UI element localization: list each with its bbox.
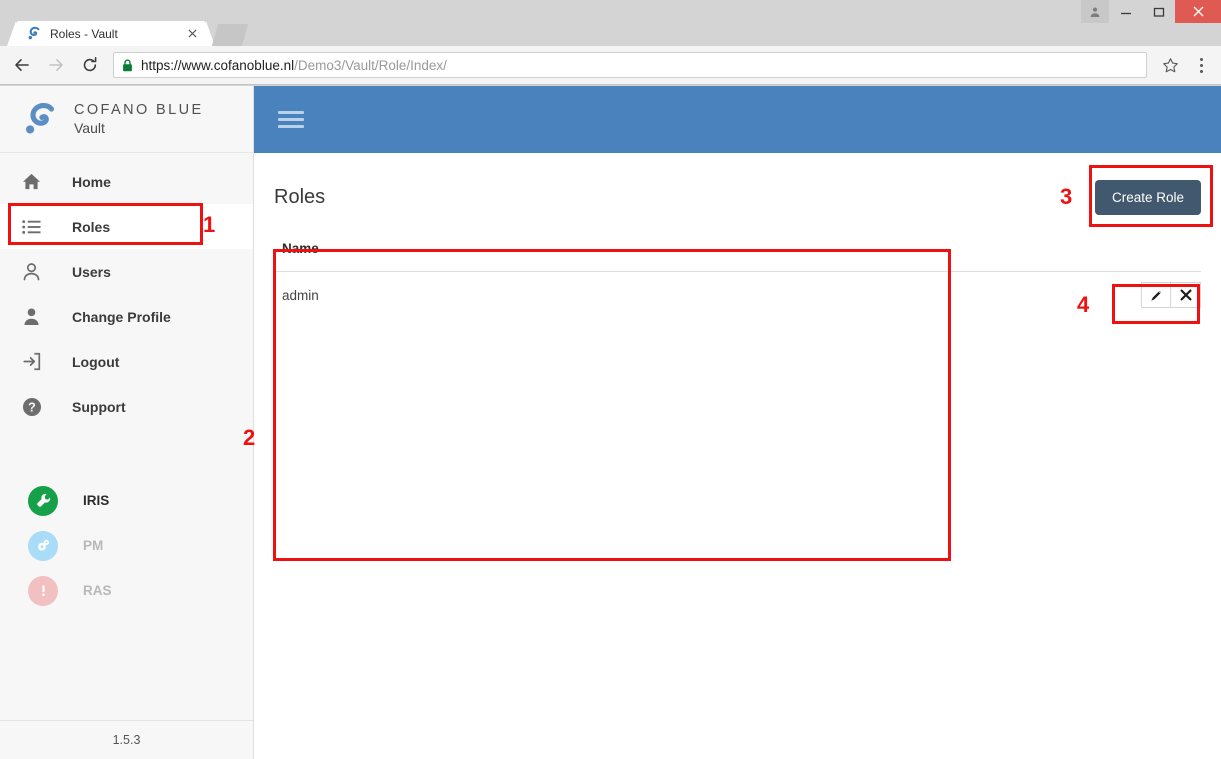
sidebar-item-users[interactable]: Users <box>0 249 253 294</box>
app-item-ras[interactable]: RAS <box>0 568 253 613</box>
page-header: Roles Create Role <box>274 153 1201 241</box>
user-account-icon[interactable] <box>1081 0 1109 23</box>
sidebar-item-label: Users <box>72 263 111 280</box>
sidebar-item-label: Change Profile <box>72 308 171 325</box>
url-path: /Demo3/Vault/Role/Index/ <box>294 57 447 73</box>
app-item-label: PM <box>83 538 104 553</box>
page-title: Roles <box>274 185 326 208</box>
sidebar-item-support[interactable]: ? Support <box>0 384 253 429</box>
column-header-name: Name <box>282 241 319 256</box>
cofano-favicon-icon <box>28 26 40 39</box>
sidebar-item-roles[interactable]: Roles <box>0 204 253 249</box>
window-controls <box>1081 0 1221 23</box>
new-tab-button[interactable] <box>211 24 249 46</box>
reload-button[interactable] <box>73 48 107 82</box>
logout-icon <box>22 352 48 371</box>
close-icon <box>1180 289 1191 301</box>
brand-name: COFANO BLUE <box>74 101 204 118</box>
sidebar-footer: 1.5.3 <box>0 720 253 759</box>
cell-name: admin <box>282 287 319 303</box>
sidebar-item-label: Logout <box>72 353 120 370</box>
roles-table: Name admin <box>274 241 1201 318</box>
browser-tab[interactable]: Roles - Vault <box>7 21 215 46</box>
profile-icon <box>22 307 48 326</box>
pencil-icon <box>1150 290 1161 301</box>
list-icon <box>22 219 48 235</box>
sidebar-item-home[interactable]: Home <box>0 159 253 204</box>
content-area: Roles Create Role Name admin <box>254 153 1221 318</box>
sidebar: COFANO BLUE Vault Home Roles Users Chang… <box>0 86 254 759</box>
version-label: 1.5.3 <box>112 733 141 747</box>
url-text: https://www.cofanoblue.nl/Demo3/Vault/Ro… <box>141 58 447 73</box>
app-item-label: RAS <box>83 583 112 598</box>
hamburger-menu-icon[interactable] <box>278 111 304 128</box>
edit-row-button[interactable] <box>1141 282 1171 308</box>
user-icon <box>22 262 48 281</box>
browser-menu-icon[interactable] <box>1187 50 1215 80</box>
browser-toolbar: https://www.cofanoblue.nl/Demo3/Vault/Ro… <box>0 46 1221 85</box>
address-bar[interactable]: https://www.cofanoblue.nl/Demo3/Vault/Ro… <box>113 52 1147 78</box>
url-host: https://www.cofanoblue.nl <box>141 57 295 73</box>
tab-title: Roles - Vault <box>50 26 118 41</box>
wrench-icon <box>28 485 58 516</box>
browser-window: Roles - Vault https://www.cofanoblue.nl/… <box>0 0 1221 759</box>
gears-icon <box>28 530 58 561</box>
window-titlebar: Roles - Vault <box>0 0 1221 46</box>
help-icon: ? <box>22 397 48 417</box>
lock-icon <box>122 58 133 72</box>
app-topbar <box>254 86 1221 153</box>
sidebar-nav: Home Roles Users Change Profile Logout ?… <box>0 153 253 429</box>
brand-header: COFANO BLUE Vault <box>0 86 253 153</box>
row-action-buttons <box>1141 282 1201 308</box>
cofano-logo-icon <box>25 103 55 134</box>
create-role-button[interactable]: Create Role <box>1094 179 1201 215</box>
forward-button <box>39 48 73 82</box>
bookmark-star-icon[interactable] <box>1155 52 1185 78</box>
minimize-button[interactable] <box>1109 0 1142 23</box>
close-button[interactable] <box>1175 0 1221 23</box>
sidebar-item-label: Home <box>72 173 111 190</box>
table-header-row: Name <box>274 241 1201 272</box>
sidebar-item-change-profile[interactable]: Change Profile <box>0 294 253 339</box>
delete-row-button[interactable] <box>1171 282 1201 308</box>
sidebar-item-label: Support <box>72 398 126 415</box>
app-item-label: IRIS <box>83 493 110 508</box>
main-content: Roles Create Role Name admin <box>254 86 1221 759</box>
brand-subtitle: Vault <box>74 120 105 137</box>
sidebar-apps: IRIS PM RAS <box>0 478 253 613</box>
exclamation-icon <box>28 575 58 606</box>
home-icon <box>22 172 48 191</box>
back-button[interactable] <box>5 48 39 82</box>
svg-text:?: ? <box>28 400 36 414</box>
app-item-pm[interactable]: PM <box>0 523 253 568</box>
maximize-button[interactable] <box>1142 0 1175 23</box>
app-item-iris[interactable]: IRIS <box>0 478 253 523</box>
sidebar-item-label: Roles <box>72 218 111 235</box>
table-row: admin <box>274 272 1201 318</box>
page-viewport: COFANO BLUE Vault Home Roles Users Chang… <box>0 86 1221 759</box>
sidebar-item-logout[interactable]: Logout <box>0 339 253 384</box>
tab-close-icon[interactable] <box>184 26 200 42</box>
